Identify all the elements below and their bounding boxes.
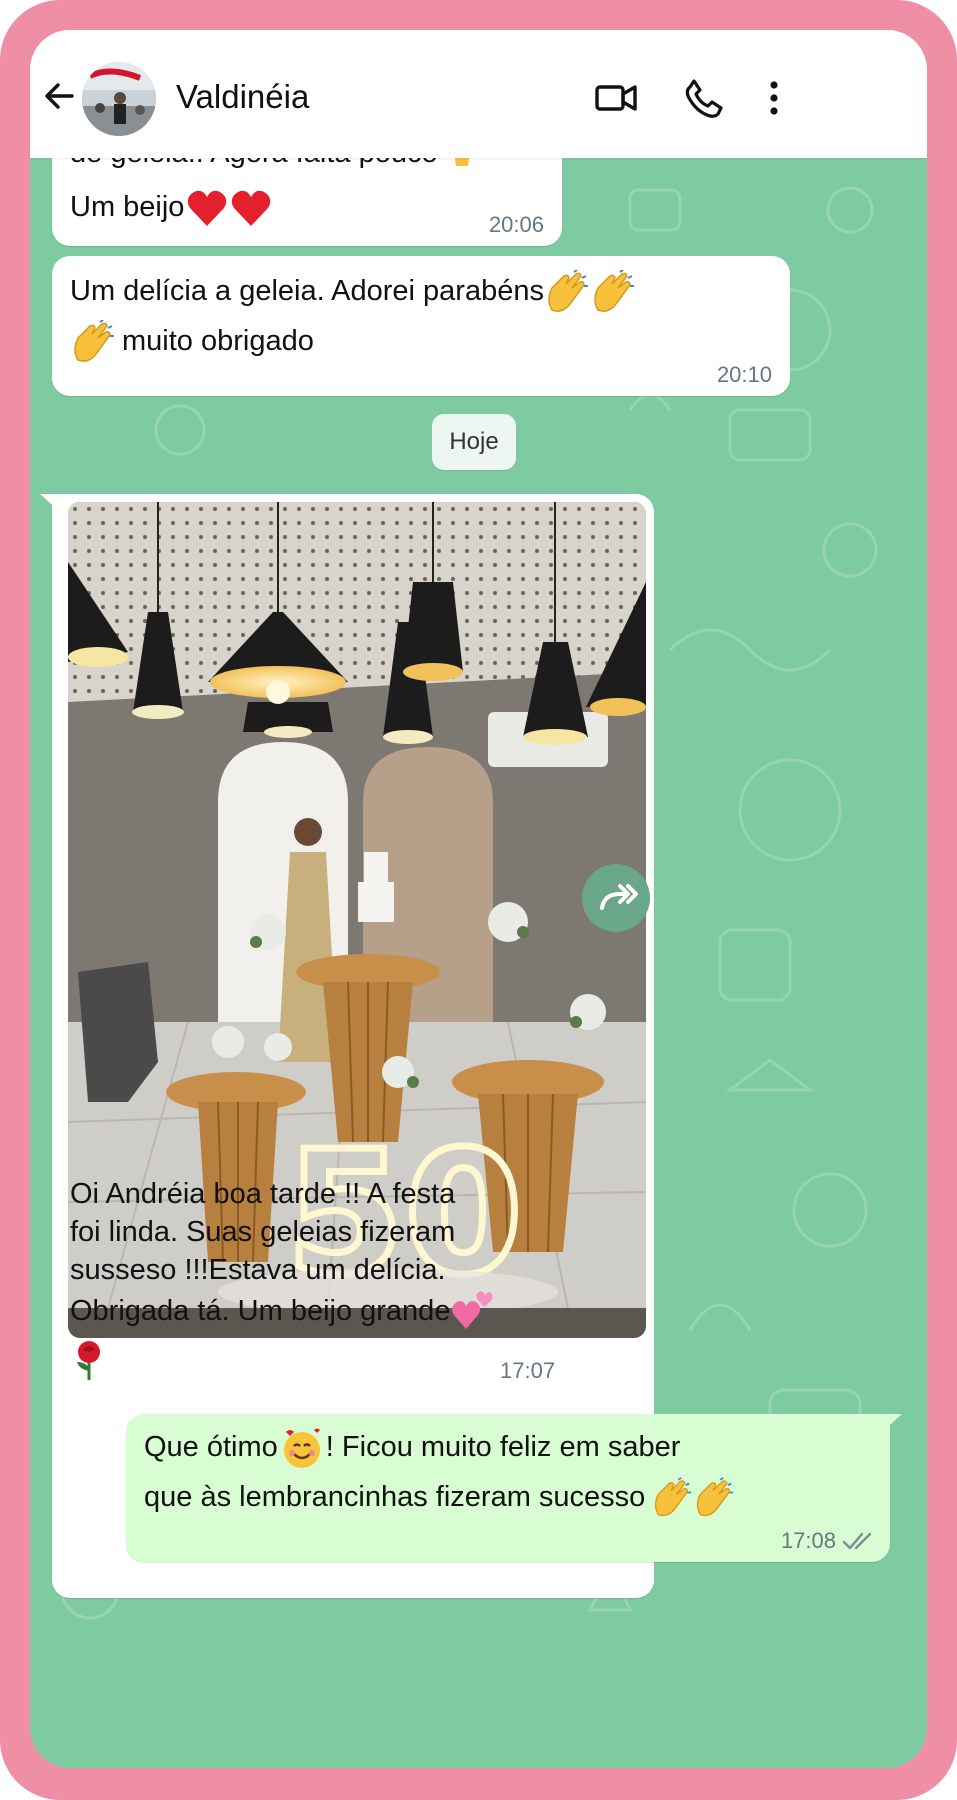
image-caption: Oi Andréia boa tarde !! A festa foi lind… xyxy=(70,1175,630,1383)
caption-line: susseso !!!Estava um delícia. xyxy=(70,1254,446,1286)
message-time: 20:10 xyxy=(716,362,772,387)
date-separator-chip: Hoje xyxy=(432,414,516,470)
contact-name[interactable]: Valdinéia xyxy=(176,78,309,116)
back-arrow-icon[interactable] xyxy=(38,74,82,118)
caption-line: foi linda. Suas geleias fizeram xyxy=(70,1216,456,1248)
message-time: 17:08 xyxy=(780,1528,836,1553)
clapping-hands-icon xyxy=(74,319,114,362)
clapping-hands-icon xyxy=(548,269,588,312)
clapping-hands-icon xyxy=(655,1476,692,1516)
red-heart-icon xyxy=(188,190,227,226)
message-bubble-outgoing[interactable]: Que ótimo ! Ficou muito feliz em saber q… xyxy=(126,1414,902,1562)
message-bubble-incoming[interactable]: Um delícia a geleia. Adorei parabéns mui… xyxy=(52,256,790,396)
voice-call-icon[interactable] xyxy=(680,74,728,122)
rose-icon xyxy=(77,1341,100,1380)
caption-line: Obrigada tá. Um beijo grande xyxy=(70,1295,451,1327)
smiling-face-with-hearts-icon xyxy=(283,1428,320,1468)
message-text-line: Que ótimo xyxy=(144,1431,278,1463)
caption-line: Oi Andréia boa tarde !! A festa xyxy=(70,1178,456,1210)
message-text-line: Um beijo xyxy=(70,191,185,223)
chat-header: Valdinéia xyxy=(30,30,927,158)
read-receipt-double-check-icon xyxy=(842,1532,872,1550)
forward-icon xyxy=(600,884,638,910)
red-heart-icon xyxy=(232,190,271,226)
more-options-icon[interactable] xyxy=(750,74,798,122)
message-text-line: muito obrigado xyxy=(122,325,314,357)
avatar-photo xyxy=(82,62,156,136)
message-time: 17:07 xyxy=(500,1358,556,1383)
message-text-line: Um delícia a geleia. Adorei parabéns xyxy=(70,275,544,307)
bubble-tail xyxy=(40,494,60,512)
two-hearts-icon xyxy=(452,1291,493,1329)
video-call-icon[interactable] xyxy=(592,74,640,122)
message-text-line: que às lembrancinhas fizeram sucesso xyxy=(144,1481,646,1513)
forward-button[interactable] xyxy=(582,864,650,932)
chat-screen: Valdinéia de geleia!! Agora falta pouco … xyxy=(30,30,927,1768)
message-time: 20:06 xyxy=(488,212,544,237)
clapping-hands-icon xyxy=(697,1476,734,1516)
contact-avatar[interactable] xyxy=(82,62,156,136)
clapping-hands-icon xyxy=(594,269,634,312)
bubble-tail xyxy=(882,1414,902,1432)
message-text-line: ! Ficou muito feliz em saber xyxy=(325,1431,681,1463)
